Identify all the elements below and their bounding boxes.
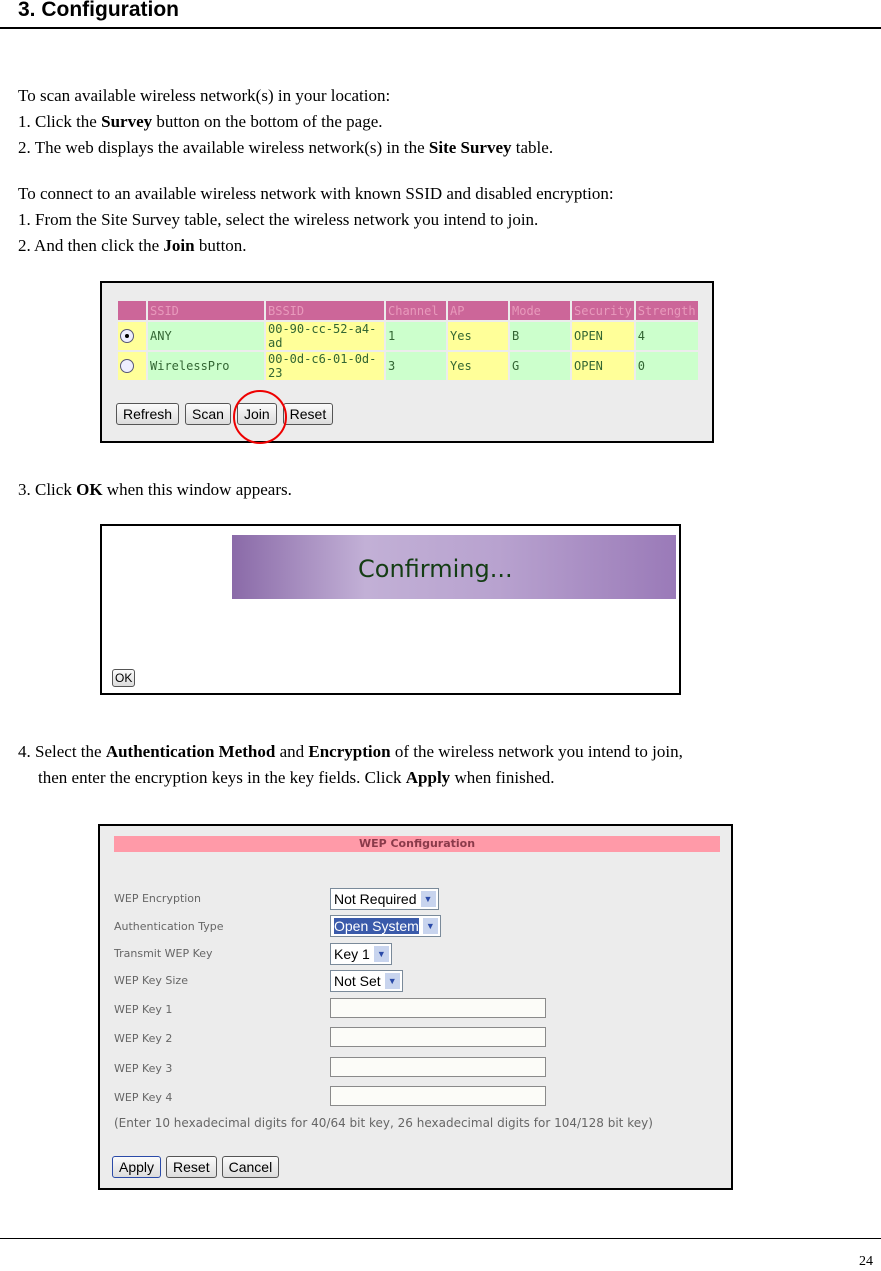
chevron-down-icon: ▼: [384, 973, 400, 989]
wep-button-row: Apply Reset Cancel: [112, 1156, 280, 1178]
step-4-text: 4. Select the Authentication Method and …: [18, 742, 683, 787]
cell-mode: B: [510, 322, 570, 350]
wep-key-4-label: WEP Key 4: [114, 1091, 173, 1104]
wep-key-1-label: WEP Key 1: [114, 1003, 173, 1016]
wep-key-1-input[interactable]: [330, 998, 546, 1018]
wep-encryption-label: WEP Encryption: [114, 892, 202, 905]
wep-title: WEP Configuration: [114, 836, 720, 852]
col-channel: Channel: [386, 301, 446, 320]
chevron-down-icon: ▼: [422, 918, 438, 934]
cell-ap: Yes: [448, 322, 508, 350]
cell-security: OPEN: [572, 352, 634, 380]
intro-step-1: 1. Click the Survey button on the bottom…: [18, 112, 383, 131]
cell-bssid: 00-90-cc-52-a4-ad: [266, 322, 384, 350]
site-survey-table: SSID BSSID Channel AP Mode Security Stre…: [116, 299, 700, 382]
ok-button[interactable]: OK: [112, 669, 136, 687]
key-size-label: WEP Key Size: [114, 974, 188, 987]
cell-ssid: ANY: [148, 322, 264, 350]
banner-text: Confirming...: [358, 555, 513, 583]
refresh-button[interactable]: Refresh: [116, 403, 180, 425]
section-heading: 3. Configuration: [18, 0, 179, 21]
transmit-key-label: Transmit WEP Key: [114, 947, 213, 960]
cancel-button[interactable]: Cancel: [221, 1156, 280, 1178]
key-size-select[interactable]: Not Set ▼: [330, 970, 403, 992]
radio-button[interactable]: [120, 359, 134, 374]
wep-key-3-input[interactable]: [330, 1057, 546, 1077]
header-rule: [0, 27, 881, 29]
radio-button-selected[interactable]: [120, 329, 134, 344]
intro-text: To scan available wireless network(s) in…: [18, 83, 553, 161]
apply-button[interactable]: Apply: [112, 1156, 162, 1178]
col-security: Security: [572, 301, 634, 320]
auth-type-select[interactable]: Open System ▼: [330, 915, 441, 937]
footer-rule: [0, 1238, 881, 1239]
confirm-dialog-screenshot: Confirming... OK: [100, 524, 681, 695]
cell-channel: 3: [386, 352, 446, 380]
transmit-key-select[interactable]: Key 1 ▼: [330, 943, 392, 965]
wep-key-2-label: WEP Key 2: [114, 1032, 173, 1045]
table-row[interactable]: WirelessPro 00-0d-c6-01-0d-23 3 Yes G OP…: [118, 352, 698, 380]
step-3-text: 3. Click OK when this window appears.: [18, 480, 292, 499]
cell-channel: 1: [386, 322, 446, 350]
row-select[interactable]: [118, 322, 146, 350]
connect-step-2: 2. And then click the Join button.: [18, 236, 247, 255]
scan-button[interactable]: Scan: [185, 403, 231, 425]
col-strength: Strength: [635, 301, 698, 320]
cell-bssid: 00-0d-c6-01-0d-23: [266, 352, 384, 380]
chevron-down-icon: ▼: [420, 891, 436, 907]
page-number: 24: [859, 1254, 873, 1269]
cell-ap: Yes: [448, 352, 508, 380]
site-survey-screenshot: SSID BSSID Channel AP Mode Security Stre…: [100, 281, 714, 444]
cell-mode: G: [510, 352, 570, 380]
reset-button[interactable]: Reset: [166, 1156, 217, 1178]
highlight-circle: [233, 390, 287, 444]
intro-line: To scan available wireless network(s) in…: [18, 86, 391, 105]
wep-encryption-select[interactable]: Not Required ▼: [330, 888, 439, 910]
table-row[interactable]: ANY 00-90-cc-52-a4-ad 1 Yes B OPEN 4: [118, 322, 698, 350]
col-bssid: BSSID: [266, 301, 384, 320]
reset-button[interactable]: Reset: [282, 403, 334, 425]
connect-line: To connect to an available wireless netw…: [18, 184, 614, 203]
wep-key-3-label: WEP Key 3: [114, 1062, 173, 1075]
intro-step-2: 2. The web displays the available wirele…: [18, 138, 554, 157]
wep-configuration-screenshot: WEP Configuration WEP Encryption Not Req…: [98, 824, 733, 1190]
cell-ssid: WirelessPro: [148, 352, 264, 380]
confirming-banner: Confirming...: [232, 535, 676, 599]
connect-step-1: 1. From the Site Survey table, select th…: [18, 210, 539, 229]
table-header-row: SSID BSSID Channel AP Mode Security Stre…: [118, 301, 698, 320]
connect-text: To connect to an available wireless netw…: [18, 181, 614, 259]
row-select[interactable]: [118, 352, 146, 380]
col-ap: AP: [448, 301, 508, 320]
cell-strength: 0: [635, 352, 698, 380]
col-select: [118, 301, 146, 320]
col-mode: Mode: [510, 301, 570, 320]
wep-key-2-input[interactable]: [330, 1027, 546, 1047]
key-format-hint: (Enter 10 hexadecimal digits for 40/64 b…: [114, 1116, 653, 1130]
col-ssid: SSID: [148, 301, 264, 320]
cell-security: OPEN: [572, 322, 634, 350]
chevron-down-icon: ▼: [373, 946, 389, 962]
wep-key-4-input[interactable]: [330, 1086, 546, 1106]
survey-button-row: Refresh Scan Join Reset: [116, 403, 334, 425]
auth-type-label: Authentication Type: [114, 920, 224, 933]
cell-strength: 4: [635, 322, 698, 350]
